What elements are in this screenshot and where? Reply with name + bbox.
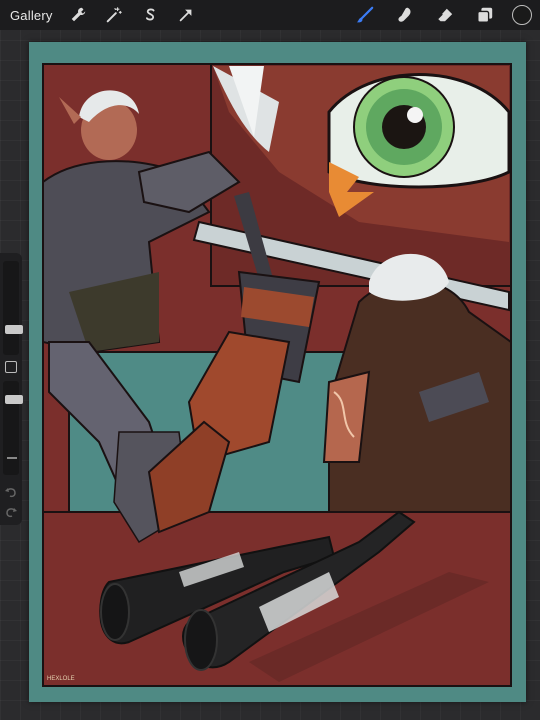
eraser-icon[interactable]: [432, 2, 458, 28]
magic-wand-icon[interactable]: [101, 2, 127, 28]
selection-s-icon[interactable]: [137, 2, 163, 28]
drawing-canvas[interactable]: HEXLOLE: [29, 42, 526, 702]
undo-icon[interactable]: [4, 485, 18, 499]
brush-size-thumb[interactable]: [5, 325, 23, 334]
wrench-icon[interactable]: [65, 2, 91, 28]
opacity-slider[interactable]: [3, 381, 23, 475]
color-picker-button[interactable]: [512, 5, 532, 25]
brush-size-slider[interactable]: [3, 261, 23, 355]
transform-arrow-icon[interactable]: [173, 2, 199, 28]
gallery-button[interactable]: Gallery: [10, 8, 53, 23]
smudge-icon[interactable]: [392, 2, 418, 28]
artwork: HEXLOLE: [42, 63, 512, 687]
top-toolbar: Gallery: [0, 0, 540, 30]
opacity-mark: [7, 457, 17, 459]
artist-signature: HEXLOLE: [47, 676, 75, 682]
redo-icon[interactable]: [4, 505, 18, 519]
layers-icon[interactable]: [472, 2, 498, 28]
modify-button[interactable]: [5, 361, 17, 373]
opacity-thumb[interactable]: [5, 395, 23, 404]
brush-sidebar: [0, 253, 23, 525]
brush-icon[interactable]: [352, 2, 378, 28]
